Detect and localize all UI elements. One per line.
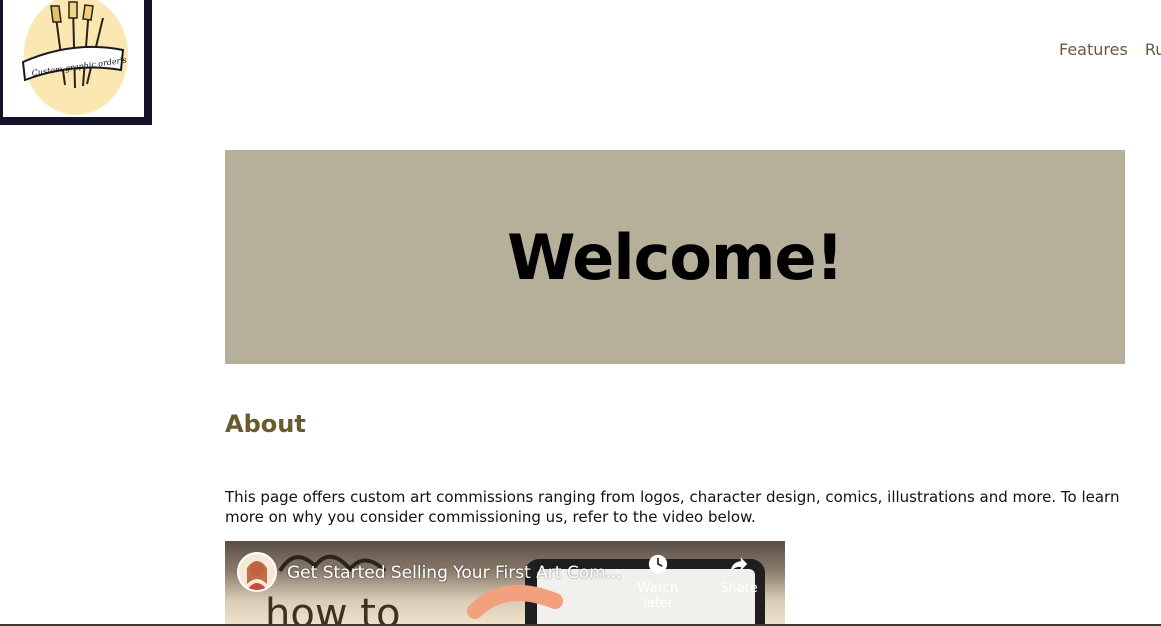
top-nav: Features Rul [1059, 40, 1161, 59]
video-thumbnail: how to [265, 554, 765, 626]
clock-icon [648, 554, 668, 574]
site-logo[interactable]: Custom graphic order's [0, 0, 152, 125]
about-paragraph: This page offers custom art commissions … [225, 488, 1120, 526]
share-arrow-icon [730, 557, 748, 572]
share-label: Share [720, 581, 758, 596]
page: Custom graphic order's Features Rul Welc… [0, 0, 1161, 626]
watch-later-button[interactable]: Watch later [623, 553, 693, 611]
nav-link-features[interactable]: Features [1059, 40, 1128, 59]
hero-title: Welcome! [507, 220, 844, 294]
logo-image: Custom graphic order's [21, 0, 128, 115]
share-button[interactable]: Share [704, 553, 774, 596]
hero-banner: Welcome! [225, 150, 1125, 364]
video-thumbnail-text: how to [265, 591, 400, 626]
video-embed[interactable]: how to Get Started Selling Your First Ar… [225, 541, 785, 626]
nav-link-rules[interactable]: Rul [1145, 40, 1161, 59]
video-title[interactable]: Get Started Selling Your First Art Com..… [287, 563, 622, 583]
watch-later-label: Watch later [637, 581, 679, 611]
about-heading: About [225, 410, 306, 438]
channel-avatar[interactable] [237, 552, 277, 592]
